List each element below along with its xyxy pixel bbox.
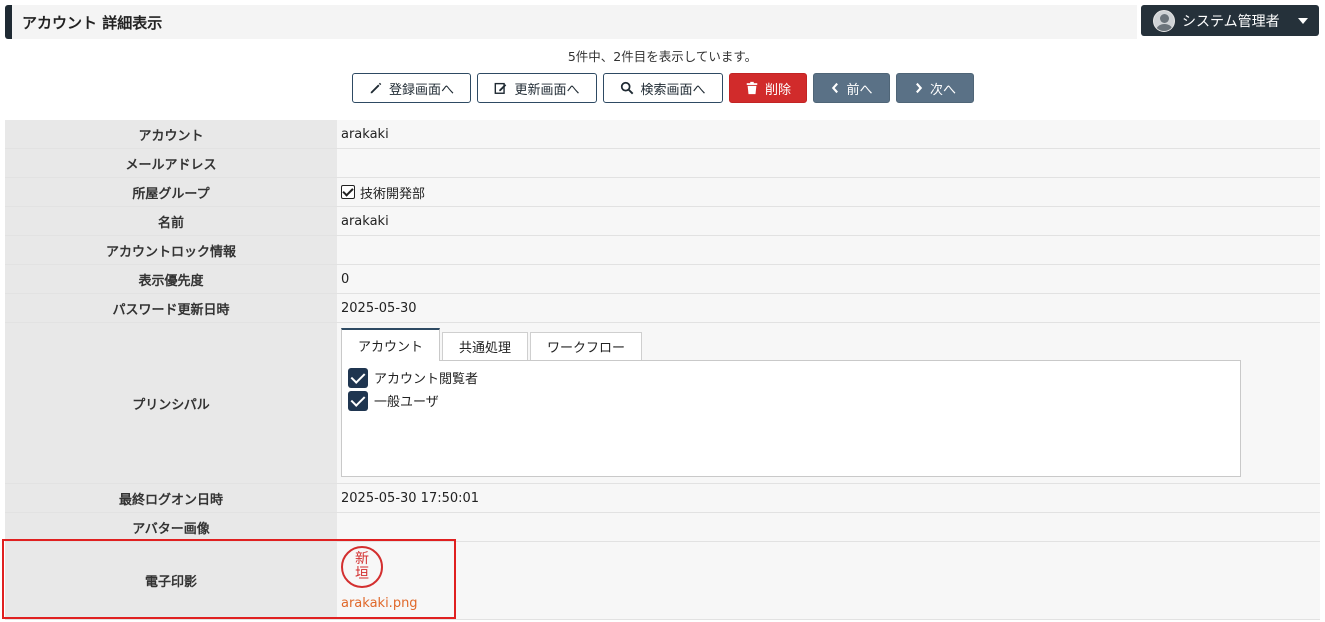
seal-label: 電子印影 bbox=[5, 541, 337, 620]
user-avatar-icon bbox=[1153, 9, 1175, 32]
avatar-label: アバター画像 bbox=[5, 512, 337, 542]
principal-tabs: アカウント 共通処理 ワークフロー bbox=[341, 328, 1320, 361]
last-logon-value: 2025-05-30 17:50:01 bbox=[337, 483, 1320, 513]
seal-char: 垣 bbox=[355, 566, 369, 582]
principal-item-label: 一般ユーザ bbox=[374, 395, 439, 410]
seal-char: 新 bbox=[355, 551, 369, 567]
row-last-logon: 最終ログオン日時 2025-05-30 17:50:01 bbox=[5, 483, 1320, 513]
row-group: 所屋グループ 技術開発部 bbox=[5, 177, 1320, 207]
user-menu-button[interactable]: システム管理者 bbox=[1141, 5, 1319, 36]
lock-value bbox=[337, 235, 1320, 265]
edit-icon bbox=[495, 82, 507, 94]
page-title: アカウント 詳細表示 bbox=[22, 13, 163, 32]
register-button-label: 登録画面へ bbox=[388, 82, 454, 98]
update-button[interactable]: 更新画面へ bbox=[477, 73, 597, 103]
chevron-right-icon bbox=[916, 82, 923, 94]
principal-value-cell: アカウント 共通処理 ワークフロー アカウント閲覧者 一般ユーザ bbox=[337, 322, 1320, 484]
principal-item: アカウント閲覧者 bbox=[348, 366, 1234, 389]
row-seal: 電子印影 新 垣 arakaki.png bbox=[5, 541, 1320, 620]
priority-label: 表示優先度 bbox=[5, 264, 337, 294]
tab-workflow[interactable]: ワークフロー bbox=[530, 332, 643, 360]
search-button-label: 検索画面へ bbox=[640, 82, 706, 98]
principal-tab-panel: アカウント閲覧者 一般ユーザ bbox=[341, 360, 1241, 477]
row-avatar: アバター画像 bbox=[5, 512, 1320, 542]
group-value-cell: 技術開発部 bbox=[337, 177, 1320, 207]
row-password-updated: パスワード更新日時 2025-05-30 bbox=[5, 293, 1320, 323]
seal-file-link[interactable]: arakaki.png bbox=[341, 596, 418, 611]
row-account: アカウント arakaki bbox=[5, 119, 1320, 149]
avatar-value bbox=[337, 512, 1320, 542]
principal-label: プリンシパル bbox=[5, 322, 337, 484]
delete-button-label: 削除 bbox=[764, 82, 791, 98]
checkbox-checked-icon bbox=[348, 367, 368, 388]
account-value: arakaki bbox=[337, 119, 1320, 149]
trash-icon bbox=[746, 81, 758, 95]
tab-account[interactable]: アカウント bbox=[341, 328, 441, 361]
row-priority: 表示優先度 0 bbox=[5, 264, 1320, 294]
seal-image: 新 垣 bbox=[341, 546, 383, 588]
password-updated-label: パスワード更新日時 bbox=[5, 293, 337, 323]
delete-button[interactable]: 削除 bbox=[729, 73, 807, 103]
row-principal: プリンシパル アカウント 共通処理 ワークフロー アカウント閲覧者 一般ユーザ bbox=[5, 322, 1320, 484]
caret-down-icon bbox=[1297, 17, 1308, 24]
priority-value: 0 bbox=[337, 264, 1320, 294]
principal-item: 一般ユーザ bbox=[348, 389, 1234, 412]
password-updated-value: 2025-05-30 bbox=[337, 293, 1320, 323]
row-lock: アカウントロック情報 bbox=[5, 235, 1320, 265]
next-button[interactable]: 次へ bbox=[896, 73, 974, 103]
name-value: arakaki bbox=[337, 206, 1320, 236]
name-label: 名前 bbox=[5, 206, 337, 236]
toolbar: 登録画面へ 更新画面へ 検索画面へ 削除 前へ 次へ bbox=[352, 73, 974, 103]
email-label: メールアドレス bbox=[5, 148, 337, 178]
email-value bbox=[337, 148, 1320, 178]
account-label: アカウント bbox=[5, 119, 337, 149]
pencil-icon bbox=[370, 82, 382, 94]
prev-button[interactable]: 前へ bbox=[813, 73, 890, 103]
lock-label: アカウントロック情報 bbox=[5, 235, 337, 265]
user-name: システム管理者 bbox=[1182, 13, 1280, 30]
tab-common[interactable]: 共通処理 bbox=[442, 332, 529, 360]
next-button-label: 次へ bbox=[929, 82, 956, 98]
row-name: 名前 arakaki bbox=[5, 206, 1320, 236]
record-position-text: 5件中、2件目を表示しています。 bbox=[567, 49, 758, 64]
search-button[interactable]: 検索画面へ bbox=[603, 73, 723, 103]
account-detail-table: アカウント arakaki メールアドレス 所屋グループ 技術開発部 名前 ar… bbox=[5, 119, 1320, 620]
search-icon bbox=[621, 81, 634, 95]
group-checkbox-icon bbox=[341, 185, 355, 199]
seal-value-cell: 新 垣 arakaki.png bbox=[337, 541, 1320, 620]
chevron-left-icon bbox=[832, 82, 839, 94]
group-value: 技術開発部 bbox=[360, 186, 426, 202]
principal-item-label: アカウント閲覧者 bbox=[374, 372, 479, 387]
last-logon-label: 最終ログオン日時 bbox=[5, 483, 337, 513]
group-label: 所屋グループ bbox=[5, 177, 337, 207]
update-button-label: 更新画面へ bbox=[514, 82, 580, 98]
page-header: アカウント 詳細表示 bbox=[5, 5, 1137, 39]
register-button[interactable]: 登録画面へ bbox=[352, 73, 471, 103]
prev-button-label: 前へ bbox=[846, 82, 873, 98]
checkbox-checked-icon bbox=[348, 390, 368, 411]
row-email: メールアドレス bbox=[5, 148, 1320, 178]
